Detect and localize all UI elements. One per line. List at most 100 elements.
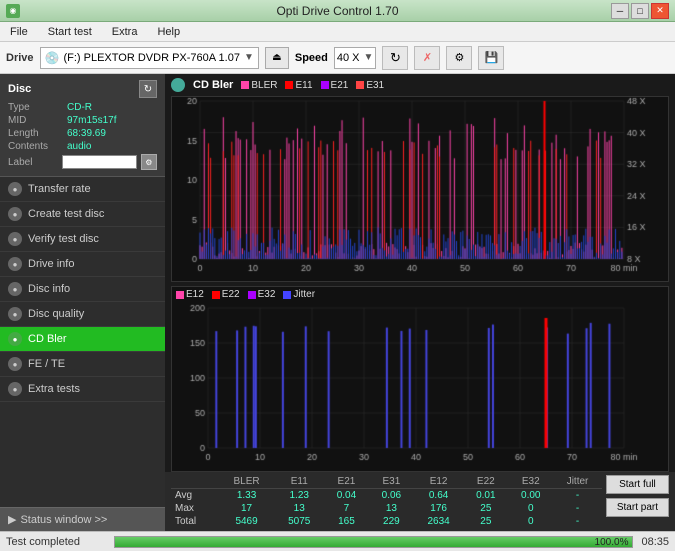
stats-buttons: Start full Start part bbox=[606, 475, 669, 517]
progress-fill bbox=[115, 537, 632, 547]
stats-col- bbox=[171, 475, 219, 489]
erase-button[interactable]: ✗ bbox=[414, 46, 440, 70]
sidebar-icon-create-test-disc: ● bbox=[8, 207, 22, 221]
bottom-bar: Test completed 100.0% 08:35 bbox=[0, 531, 675, 551]
menu-file[interactable]: File bbox=[4, 24, 34, 40]
sidebar-label-fe-te: FE / TE bbox=[28, 358, 65, 370]
speed-selector[interactable]: 40 X ▼ bbox=[334, 47, 377, 69]
drive-value: (F:) PLEXTOR DVDR PX-760A 1.07 bbox=[63, 52, 239, 64]
status-window-button[interactable]: ▶ Status window >> bbox=[0, 507, 165, 531]
legend-item-E11: E11 bbox=[285, 80, 312, 91]
title-bar: ◉ Opti Drive Control 1.70 ─ □ ✕ bbox=[0, 0, 675, 22]
sidebar-label-verify-test-disc: Verify test disc bbox=[28, 233, 99, 245]
stats-col-E31: E31 bbox=[369, 475, 414, 489]
sidebar-icon-extra-tests: ● bbox=[8, 382, 22, 396]
stats-col-E32: E32 bbox=[508, 475, 553, 489]
length-label: Length bbox=[8, 128, 63, 139]
stats-col-E12: E12 bbox=[414, 475, 464, 489]
sidebar-label-disc-quality: Disc quality bbox=[28, 308, 84, 320]
stats-row-Avg: Avg1.331.230.040.060.640.010.00- bbox=[171, 489, 602, 503]
legend-dot-BLER bbox=[241, 81, 249, 89]
chart-title-panel: CD Bler BLER E11 E21 E31 bbox=[165, 74, 675, 96]
stats-col-BLER: BLER bbox=[219, 475, 275, 489]
legend-item-E21: E21 bbox=[321, 80, 349, 91]
sidebar-icon-verify-test-disc: ● bbox=[8, 232, 22, 246]
sidebar-item-create-test-disc[interactable]: ● Create test disc bbox=[0, 202, 165, 227]
menu-help[interactable]: Help bbox=[151, 24, 186, 40]
contents-value: audio bbox=[67, 141, 91, 152]
stats-row-Total: Total546950751652292634250- bbox=[171, 515, 602, 528]
sidebar-item-disc-quality[interactable]: ● Disc quality bbox=[0, 302, 165, 327]
drive-bar: Drive 💿 (F:) PLEXTOR DVDR PX-760A 1.07 ▼… bbox=[0, 42, 675, 74]
type-label: Type bbox=[8, 102, 63, 113]
time-text: 08:35 bbox=[641, 536, 669, 548]
sidebar-icon-fe-te: ● bbox=[8, 357, 22, 371]
start-full-button[interactable]: Start full bbox=[606, 475, 669, 494]
sidebar: Disc ↻ Type CD-R MID 97m15s17f Length 68… bbox=[0, 74, 165, 531]
chart-icon bbox=[171, 78, 185, 92]
refresh-button[interactable]: ↻ bbox=[382, 46, 408, 70]
sidebar-item-cd-bler[interactable]: ●CD Bler bbox=[0, 327, 165, 352]
label-settings-button[interactable]: ⚙ bbox=[141, 154, 157, 170]
settings-button[interactable]: ⚙ bbox=[446, 46, 472, 70]
start-part-button[interactable]: Start part bbox=[606, 498, 669, 517]
legend-dot-E31 bbox=[356, 81, 364, 89]
title-bar-controls: ─ □ ✕ bbox=[611, 3, 669, 19]
chart1-canvas bbox=[172, 97, 666, 279]
sidebar-icon-transfer-rate: ● bbox=[8, 182, 22, 196]
sidebar-label-extra-tests: Extra tests bbox=[28, 383, 80, 395]
sidebar-icon-drive-info: ● bbox=[8, 257, 22, 271]
chart2-canvas bbox=[172, 304, 666, 468]
drive-label: Drive bbox=[6, 52, 34, 64]
drive-selector[interactable]: 💿 (F:) PLEXTOR DVDR PX-760A 1.07 ▼ bbox=[40, 47, 259, 69]
stats-col-E22: E22 bbox=[463, 475, 508, 489]
legend-item-BLER: BLER bbox=[241, 80, 277, 91]
legend-item2-Jitter: Jitter bbox=[283, 289, 315, 300]
maximize-button[interactable]: □ bbox=[631, 3, 649, 19]
sidebar-item-extra-tests[interactable]: ● Extra tests bbox=[0, 377, 165, 402]
disc-title: Disc bbox=[8, 83, 31, 95]
speed-value: 40 X bbox=[337, 52, 360, 64]
type-value: CD-R bbox=[67, 102, 92, 113]
progress-bar: 100.0% bbox=[114, 536, 633, 548]
chart1-box bbox=[171, 96, 669, 282]
content-area: CD Bler BLERE11E21E31 E12E22E32Jitter BL… bbox=[165, 74, 675, 531]
sidebar-item-verify-test-disc[interactable]: ● Verify test disc bbox=[0, 227, 165, 252]
title-bar-title: Opti Drive Control 1.70 bbox=[0, 4, 675, 18]
menu-extra[interactable]: Extra bbox=[106, 24, 144, 40]
chart-title: CD Bler bbox=[193, 79, 233, 91]
mid-label: MID bbox=[8, 115, 63, 126]
progress-label: 100.0% bbox=[595, 537, 629, 549]
chart1-legend: BLER E11 E21 E31 bbox=[241, 80, 384, 91]
legend-item2-E22: E22 bbox=[212, 289, 240, 300]
disc-refresh-button[interactable]: ↻ bbox=[139, 80, 157, 98]
label-input[interactable] bbox=[62, 155, 137, 169]
sidebar-item-fe-te[interactable]: ● FE / TE bbox=[0, 352, 165, 377]
contents-label: Contents bbox=[8, 141, 63, 152]
chart2-title-row: E12E22E32Jitter bbox=[172, 287, 668, 302]
eject-button[interactable]: ⏏ bbox=[265, 47, 289, 69]
minimize-button[interactable]: ─ bbox=[611, 3, 629, 19]
sidebar-item-drive-info[interactable]: ● Drive info bbox=[0, 252, 165, 277]
menu-start-test[interactable]: Start test bbox=[42, 24, 98, 40]
sidebar-label-disc-info: Disc info bbox=[28, 283, 70, 295]
save-button[interactable]: 💾 bbox=[478, 46, 504, 70]
disc-header: Disc ↻ bbox=[8, 80, 157, 98]
sidebar-item-transfer-rate[interactable]: ● Transfer rate bbox=[0, 177, 165, 202]
legend-item2-E12: E12 bbox=[176, 289, 204, 300]
sidebar-nav: ● Transfer rate ● Create test disc ● Verify t… bbox=[0, 177, 165, 402]
sidebar-icon-disc-quality: ● bbox=[8, 307, 22, 321]
mid-value: 97m15s17f bbox=[67, 115, 116, 126]
sidebar-label-drive-info: Drive info bbox=[28, 258, 74, 270]
close-button[interactable]: ✕ bbox=[651, 3, 669, 19]
speed-label: Speed bbox=[295, 52, 328, 64]
stats-row-Max: Max1713713176250- bbox=[171, 502, 602, 515]
status-window-label: Status window >> bbox=[20, 514, 107, 526]
stats-col-Jitter: Jitter bbox=[553, 475, 602, 489]
sidebar-label-transfer-rate: Transfer rate bbox=[28, 183, 91, 195]
status-window-icon: ▶ bbox=[8, 513, 16, 526]
legend-item-E31: E31 bbox=[356, 80, 384, 91]
sidebar-label-create-test-disc: Create test disc bbox=[28, 208, 104, 220]
stats-col-E11: E11 bbox=[274, 475, 324, 489]
sidebar-item-disc-info[interactable]: ●Disc info bbox=[0, 277, 165, 302]
